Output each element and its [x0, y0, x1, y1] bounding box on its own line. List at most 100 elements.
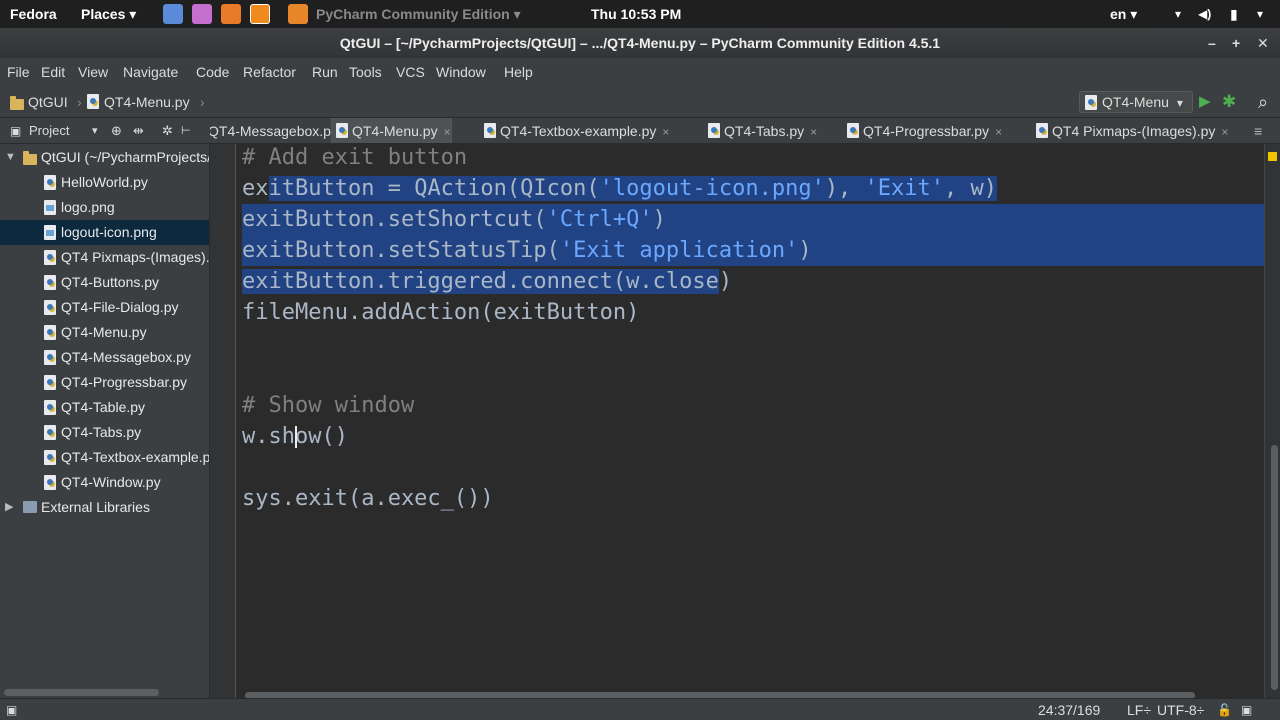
code-editor[interactable]: # Add exit button exitButton = QAction(Q…: [237, 144, 1264, 698]
expanded-arrow-icon[interactable]: ▼: [5, 145, 16, 170]
tree-file-item[interactable]: QT4-Menu.py: [0, 320, 209, 345]
close-tab-icon[interactable]: ×: [810, 125, 817, 139]
line-separator[interactable]: LF÷: [1127, 699, 1151, 720]
breadcrumb-project[interactable]: QtGUI: [28, 86, 68, 118]
menu-code[interactable]: Code: [196, 58, 229, 86]
tree-root-folder[interactable]: ▼ QtGUI (~/PycharmProjects/QtGUI): [0, 145, 209, 170]
python-file-icon: [847, 123, 859, 138]
collapse-all-icon[interactable]: ⇹: [133, 118, 144, 144]
python-file-icon: [87, 94, 99, 109]
code-line: # Show window: [242, 390, 414, 421]
hide-panel-icon[interactable]: ⊢: [181, 118, 191, 144]
text-editor-launcher-icon[interactable]: [192, 4, 212, 24]
tree-file-label: QT4-Textbox-example.py: [61, 449, 210, 465]
menu-edit[interactable]: Edit: [41, 58, 65, 86]
tab-qt4-menu[interactable]: QT4-Menu.py ×: [331, 118, 452, 143]
close-window-button[interactable]: ✕: [1257, 28, 1269, 58]
menu-window[interactable]: Window: [436, 58, 486, 86]
tree-horizontal-scrollbar[interactable]: [4, 689, 159, 696]
close-tab-icon[interactable]: ×: [995, 125, 1002, 139]
tab-overflow-icon[interactable]: ≡: [1254, 118, 1262, 143]
close-tab-icon[interactable]: ×: [444, 125, 451, 139]
tab-label: QT4-Messagebox.py: [210, 123, 338, 139]
activities-button[interactable]: Fedora: [10, 0, 57, 28]
keyboard-layout[interactable]: en ▾: [1110, 0, 1137, 28]
image-file-icon: [44, 225, 56, 240]
tree-file-item[interactable]: QT4 Pixmaps-(Images).py: [0, 245, 209, 270]
tree-file-item[interactable]: QT4-Window.py: [0, 470, 209, 495]
project-view-dropdown-icon[interactable]: ▾: [92, 118, 98, 144]
tree-file-item[interactable]: HelloWorld.py: [0, 170, 209, 195]
tree-file-item[interactable]: QT4-Buttons.py: [0, 270, 209, 295]
editor-tab-bar: QT4-Messagebox.py× QT4-Menu.py× QT4-Text…: [210, 118, 1280, 144]
window-title-bar[interactable]: QtGUI – [~/PycharmProjects/QtGUI] – .../…: [0, 28, 1280, 58]
tree-file-item[interactable]: QT4-Tabs.py: [0, 420, 209, 445]
tab-label: QT4-Textbox-example.py: [500, 123, 657, 139]
tree-file-label: QT4-Progressbar.py: [61, 374, 188, 390]
file-manager-launcher-icon[interactable]: [163, 4, 183, 24]
tree-file-label: QT4-Menu.py: [61, 324, 147, 340]
clock[interactable]: Thu 10:53 PM: [591, 0, 681, 28]
image-app-launcher-icon[interactable]: [221, 4, 241, 24]
collapsed-arrow-icon[interactable]: ▶: [5, 495, 13, 520]
warning-indicator-icon[interactable]: [1268, 152, 1277, 161]
tree-file-item[interactable]: QT4-Messagebox.py: [0, 345, 209, 370]
places-menu[interactable]: Places ▾: [81, 0, 136, 28]
python-file-icon: [44, 450, 56, 465]
settings-gear-icon[interactable]: ✲: [162, 118, 173, 144]
editor-gutter[interactable]: [210, 144, 236, 698]
battery-icon[interactable]: ▮: [1230, 0, 1238, 28]
library-icon: [23, 501, 37, 513]
run-icon[interactable]: ▶: [1199, 86, 1211, 118]
wifi-icon[interactable]: ▾: [1175, 0, 1181, 28]
tree-file-item[interactable]: QT4-Textbox-example.py: [0, 445, 210, 470]
menu-file[interactable]: File: [7, 58, 30, 86]
maximize-button[interactable]: +: [1232, 28, 1240, 58]
navigation-bar: QtGUI › QT4-Menu.py › QT4-Menu ▾ ▶ ✱ ⌕: [0, 86, 1280, 118]
power-menu-icon[interactable]: ▾: [1257, 0, 1263, 28]
tree-file-item-selected[interactable]: logout-icon.png: [0, 220, 209, 245]
keyboard-dropdown-icon: ▾: [1130, 6, 1138, 22]
tab-qt4-textbox-example[interactable]: QT4-Textbox-example.py ×: [480, 118, 669, 143]
file-encoding[interactable]: UTF-8÷: [1157, 699, 1204, 720]
menu-help[interactable]: Help: [504, 58, 533, 86]
tool-windows-toggle-icon[interactable]: ▣: [6, 699, 17, 720]
caret-position[interactable]: 24:37/169: [1038, 699, 1100, 720]
volume-icon[interactable]: ◀): [1198, 0, 1211, 28]
tree-file-item[interactable]: logo.png: [0, 195, 209, 220]
run-configuration-select[interactable]: QT4-Menu ▾: [1079, 91, 1193, 113]
code-text: itButton = QAction(QIcon(: [268, 176, 600, 201]
tree-file-item[interactable]: QT4-Table.py: [0, 395, 209, 420]
project-view-label[interactable]: Project: [29, 118, 69, 144]
tab-qt4-messagebox[interactable]: QT4-Messagebox.py×: [210, 118, 351, 143]
inspection-icon[interactable]: ▣: [1241, 699, 1252, 720]
app-menu-label: PyCharm Community Edition: [316, 6, 510, 22]
pycharm-launcher-icon[interactable]: [250, 4, 270, 24]
minimize-button[interactable]: –: [1208, 28, 1216, 58]
lock-icon[interactable]: 🔓: [1217, 699, 1232, 720]
tree-external-libraries[interactable]: ▶ External Libraries: [0, 495, 209, 520]
close-tab-icon[interactable]: ×: [1221, 125, 1228, 139]
tab-qt4-tabs[interactable]: QT4-Tabs.py ×: [704, 118, 817, 143]
menu-refactor[interactable]: Refactor: [243, 58, 296, 86]
close-tab-icon[interactable]: ×: [662, 125, 669, 139]
menu-tools[interactable]: Tools: [349, 58, 382, 86]
menu-run[interactable]: Run: [312, 58, 338, 86]
editor-vertical-scrollbar[interactable]: [1271, 445, 1278, 690]
code-text: ): [798, 238, 812, 263]
menu-view[interactable]: View: [78, 58, 108, 86]
menu-vcs[interactable]: VCS: [396, 58, 425, 86]
search-everywhere-icon[interactable]: ⌕: [1258, 86, 1268, 118]
menu-navigate[interactable]: Navigate: [123, 58, 178, 86]
app-menu[interactable]: PyCharm Community Edition ▾: [316, 0, 521, 28]
code-line: # Add exit button: [242, 144, 467, 173]
tab-qt4-pixmaps[interactable]: QT4 Pixmaps-(Images).py ×: [1032, 118, 1228, 143]
scroll-from-source-icon[interactable]: ⊕: [111, 118, 122, 144]
breadcrumb-file[interactable]: QT4-Menu.py: [104, 86, 190, 118]
folder-icon: [23, 151, 37, 165]
tree-file-item[interactable]: QT4-File-Dialog.py: [0, 295, 209, 320]
debug-icon[interactable]: ✱: [1222, 86, 1236, 118]
tree-file-item[interactable]: QT4-Progressbar.py: [0, 370, 209, 395]
status-bar: ▣ 24:37/169 LF÷ UTF-8÷ 🔓 ▣: [0, 698, 1280, 720]
tab-qt4-progressbar[interactable]: QT4-Progressbar.py ×: [843, 118, 1002, 143]
